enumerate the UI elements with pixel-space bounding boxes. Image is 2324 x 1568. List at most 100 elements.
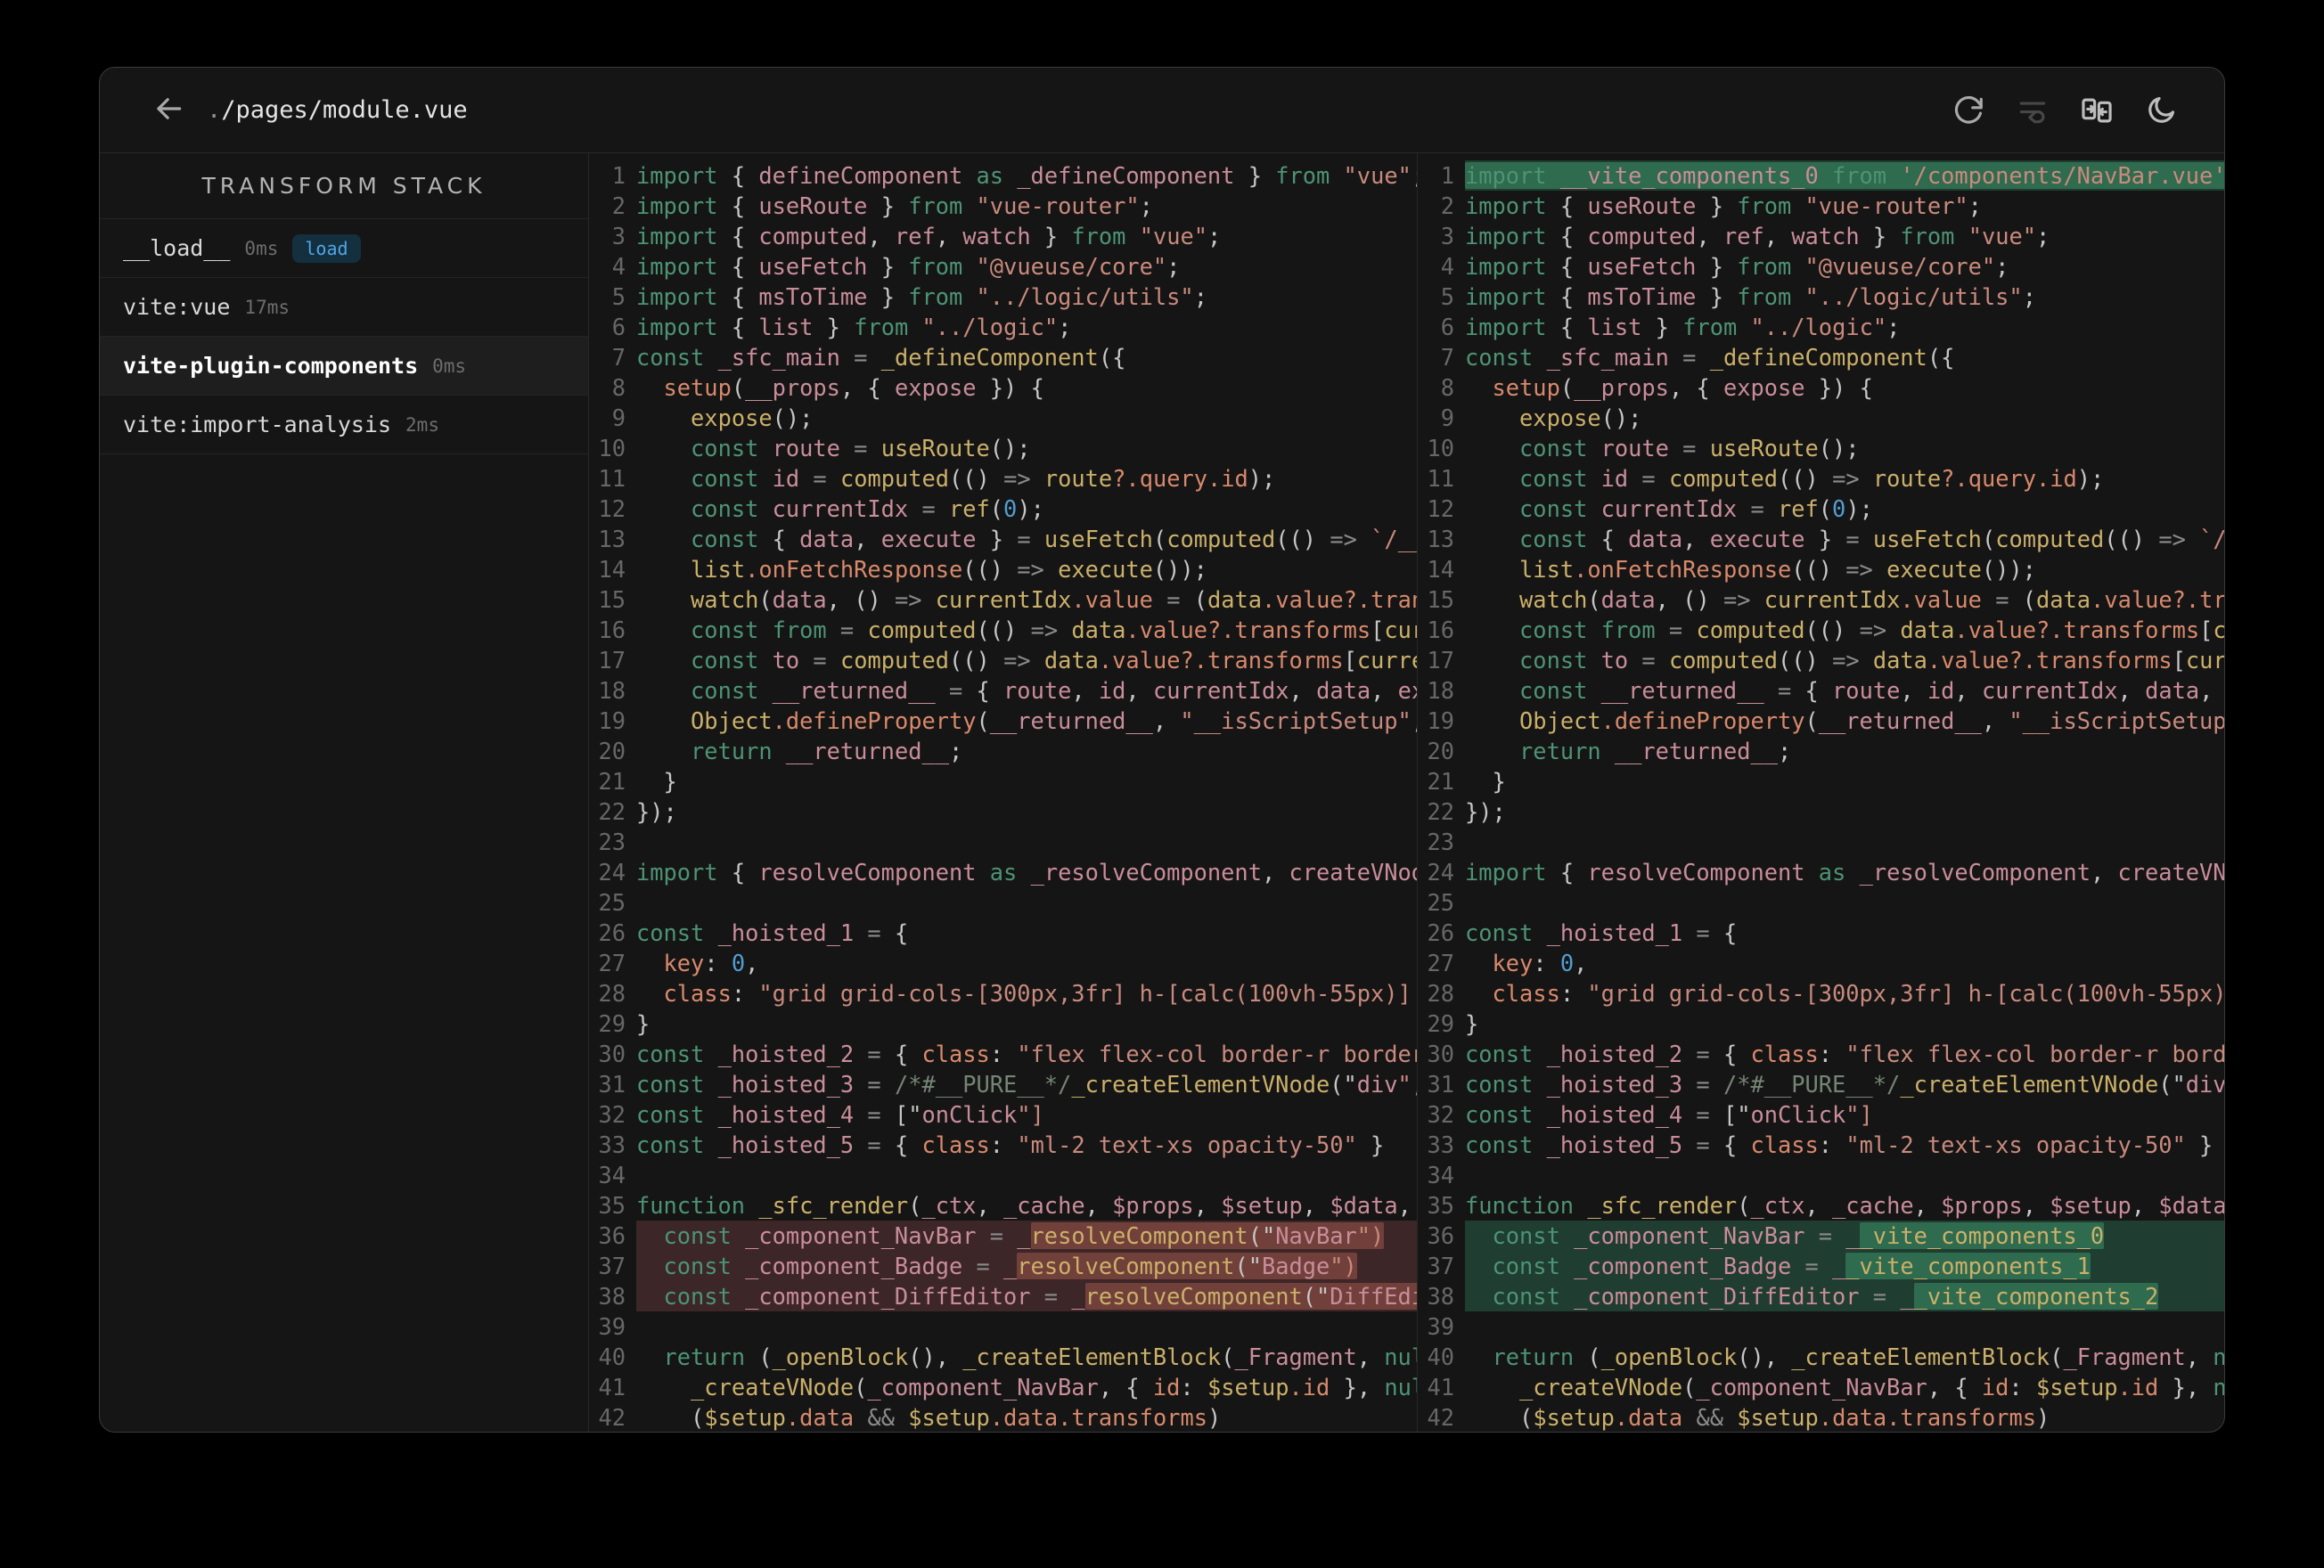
transform-stack-item[interactable]: vite:vue 17ms: [100, 278, 588, 337]
code-line: 40 return (_openBlock(), _createElementB…: [589, 1342, 1417, 1372]
code-text: import { msToTime } from "../logic/utils…: [1465, 283, 2036, 310]
line-number: 12: [598, 495, 626, 522]
diff-pane-before[interactable]: 1 import { defineComponent as _defineComp…: [589, 153, 1417, 1432]
line-number: 18: [598, 677, 626, 704]
code-text: return __returned__;: [691, 738, 963, 764]
code-text: const _sfc_main = _defineComponent({: [1465, 344, 1955, 371]
code-line: 14 list.onFetchResponse(() => execute())…: [589, 554, 1417, 584]
line-number: 2: [611, 192, 626, 219]
line-number: 22: [1427, 798, 1454, 825]
code-line: 11 const id = computed(() => route?.quer…: [1418, 463, 2224, 494]
line-number: 37: [1427, 1253, 1454, 1279]
code-line: 6 import { list } from "../logic";: [589, 312, 1417, 342]
plugin-time: 0ms: [244, 237, 279, 259]
refresh-icon[interactable]: [1950, 92, 1987, 129]
line-number: 33: [1427, 1131, 1454, 1158]
code-line: 18 const __returned__ = { route, id, cur…: [589, 675, 1417, 706]
back-button[interactable]: [150, 92, 187, 129]
line-number: 34: [598, 1162, 626, 1188]
plugin-name: vite-plugin-components: [123, 353, 419, 379]
line-number: 40: [598, 1343, 626, 1370]
line-number: 39: [598, 1313, 626, 1340]
code-line: 3 import { computed, ref, watch } from "v…: [589, 221, 1417, 251]
inline-diff-icon[interactable]: [2014, 92, 2051, 129]
code-line: 42 ($setup.data && $setup.data.transform…: [1418, 1402, 2224, 1432]
code-line: 8 setup(__props, { expose }) {: [1418, 372, 2224, 403]
line-number: 8: [611, 374, 626, 401]
code-text: const __returned__ = { route, id, curren…: [691, 677, 1417, 704]
code-line: 7 const _sfc_main = _defineComponent({: [589, 342, 1417, 372]
code-text: import { useFetch } from "@vueuse/core";: [636, 253, 1181, 280]
code-line: 42 ($setup.data && $setup.data.transform…: [589, 1402, 1417, 1432]
code-text: const _hoisted_4 = ["onClick"]: [636, 1101, 1044, 1128]
line-number: 14: [1427, 556, 1454, 583]
transform-stack-item[interactable]: vite-plugin-components 0ms: [100, 337, 588, 396]
line-number: 15: [598, 586, 626, 613]
code-line: 28 class: "grid grid-cols-[300px,3fr] h-…: [1418, 978, 2224, 1009]
line-number: 5: [611, 283, 626, 310]
code-text: import __vite_components_0 from '/compon…: [1465, 160, 2224, 191]
code-line: 24 import { resolveComponent as _resolveC…: [1418, 857, 2224, 887]
code-line: 17 const to = computed(() => data.value?…: [589, 645, 1417, 675]
line-number: 6: [611, 314, 626, 340]
diff-pane-after[interactable]: 1 import __vite_components_0 from '/compo…: [1417, 153, 2224, 1432]
line-number: 12: [1427, 495, 1454, 522]
line-number: 42: [1427, 1404, 1454, 1431]
line-number: 3: [1440, 223, 1454, 249]
code-line: 1 import __vite_components_0 from '/compo…: [1418, 160, 2224, 191]
code-line: 12 const currentIdx = ref(0);: [589, 494, 1417, 524]
code-line: 19 Object.defineProperty(__returned__, "…: [1418, 706, 2224, 736]
code-text: const _hoisted_3 = /*#__PURE__*/_createE…: [636, 1071, 1417, 1098]
code-line: 37 const _component_Badge = _resolveComp…: [589, 1251, 1417, 1281]
line-number: 27: [598, 950, 626, 976]
code-line: 34: [1418, 1160, 2224, 1190]
code-line: 26 const _hoisted_1 = {: [1418, 918, 2224, 948]
line-number: 1: [1440, 162, 1454, 189]
line-number: 32: [1427, 1101, 1454, 1128]
code-line: 36 const _component_NavBar = _resolveCom…: [589, 1221, 1417, 1251]
line-number: 20: [598, 738, 626, 764]
code-line: 10 const route = useRoute();: [1418, 433, 2224, 463]
line-number: 10: [598, 435, 626, 461]
code-text: ($setup.data && $setup.data.transforms): [1519, 1404, 2050, 1431]
dark-mode-icon[interactable]: [2142, 92, 2180, 129]
line-number: 5: [1440, 283, 1454, 310]
code-text: key: 0,: [1492, 950, 1588, 976]
code-text: key: 0,: [663, 950, 759, 976]
code-line: 29}: [1418, 1009, 2224, 1039]
line-number: 33: [598, 1131, 626, 1158]
line-number: 4: [611, 253, 626, 280]
code-line: 7 const _sfc_main = _defineComponent({: [1418, 342, 2224, 372]
transform-stack-heading: TRANSFORM STACK: [100, 153, 588, 219]
line-number: 17: [1427, 647, 1454, 674]
code-text: });: [1465, 798, 1506, 825]
diff-view: 1 import { defineComponent as _defineComp…: [589, 153, 2224, 1432]
transform-stack-item[interactable]: __load__ 0ms load: [100, 219, 588, 278]
code-text: const { data, execute } = useFetch(compu…: [1519, 526, 2224, 552]
code-text: const route = useRoute();: [691, 435, 1031, 461]
code-line: 29}: [589, 1009, 1417, 1039]
transform-stack-item[interactable]: vite:import-analysis 2ms: [100, 396, 588, 454]
line-number: 35: [598, 1192, 626, 1219]
line-number: 34: [1427, 1162, 1454, 1188]
code-line: 8 setup(__props, { expose }) {: [589, 372, 1417, 403]
code-line: 10 const route = useRoute();: [589, 433, 1417, 463]
header-actions: [1950, 92, 2180, 129]
code-line: 13 const { data, execute } = useFetch(co…: [589, 524, 1417, 554]
split-diff-icon[interactable]: [2078, 92, 2115, 129]
code-line: 35 function _sfc_render(_ctx, _cache, $pr…: [589, 1190, 1417, 1221]
code-text: const { data, execute } = useFetch(compu…: [691, 526, 1417, 552]
code-line: 33 const _hoisted_5 = { class: "ml-2 text…: [1418, 1130, 2224, 1160]
line-number: 26: [1427, 919, 1454, 946]
code-line: 28 class: "grid grid-cols-[300px,3fr] h-…: [589, 978, 1417, 1009]
code-text: import { msToTime } from "../logic/utils…: [636, 283, 1207, 310]
line-number: 6: [1440, 314, 1454, 340]
plugin-time: 17ms: [244, 296, 290, 318]
line-number: 28: [598, 980, 626, 1007]
plugin-name: vite:vue: [123, 294, 231, 320]
line-number: 29: [1427, 1010, 1454, 1037]
